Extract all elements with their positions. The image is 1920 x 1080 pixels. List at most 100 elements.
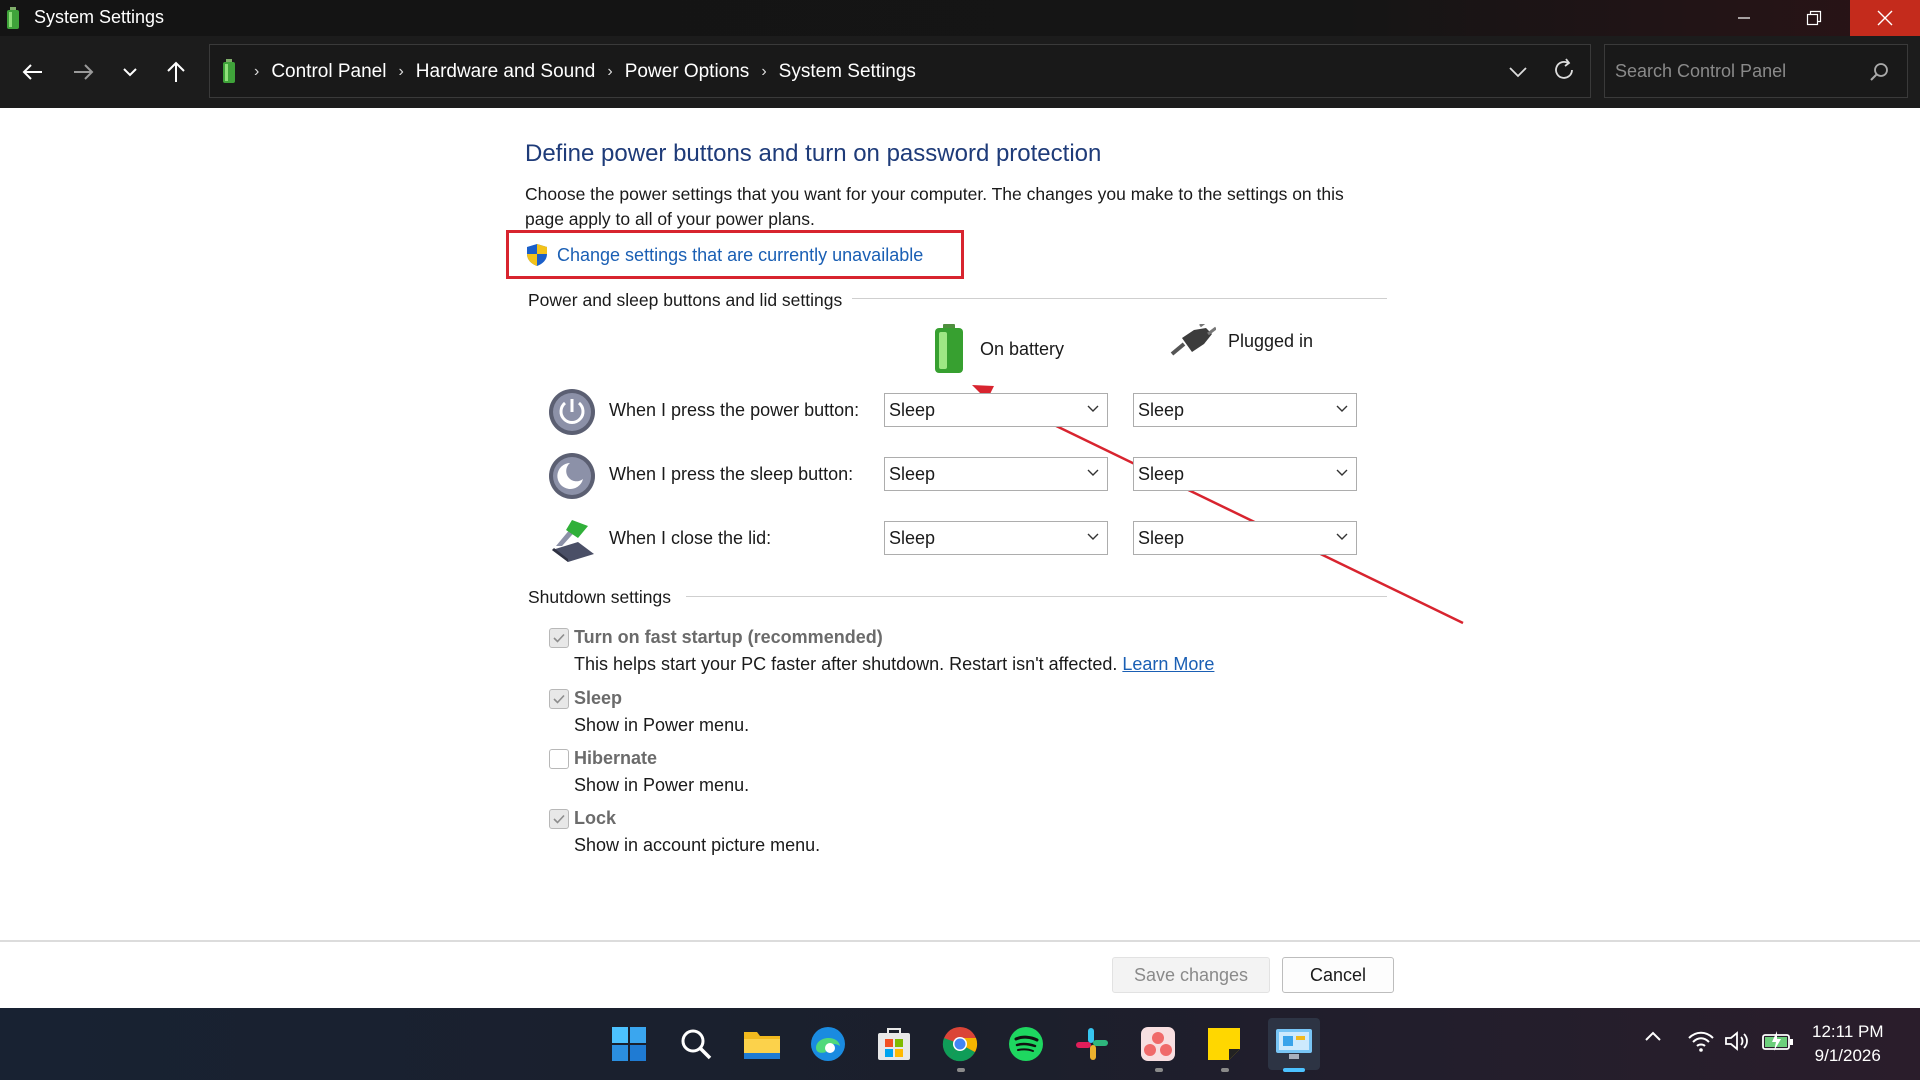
file-explorer-button[interactable] (740, 1022, 784, 1066)
edge-button[interactable] (806, 1022, 850, 1066)
spotify-icon (1009, 1027, 1043, 1061)
sticky-notes-button[interactable] (1202, 1022, 1246, 1066)
shutdown-section-title: Shutdown settings (528, 587, 682, 608)
battery-charging-icon (1762, 1031, 1793, 1051)
chevron-down-icon (1087, 533, 1099, 540)
chevron-down-icon (123, 68, 137, 77)
arrow-left-icon (22, 64, 42, 80)
breadcrumb-system-settings[interactable]: System Settings (779, 61, 916, 83)
forward-button[interactable] (66, 56, 102, 88)
search-placeholder: Search Control Panel (1615, 61, 1787, 81)
running-indicator (1155, 1068, 1163, 1072)
change-settings-text[interactable]: Change settings that are currently unava… (557, 245, 923, 266)
breadcrumb-separator[interactable]: › (607, 63, 612, 81)
save-changes-button[interactable]: Save changes (1112, 957, 1270, 993)
footer-divider (0, 940, 1920, 941)
slack-button[interactable] (1070, 1022, 1114, 1066)
system-clock[interactable]: 12:11 PM 9/1/2026 (1812, 1020, 1884, 1068)
chrome-icon (942, 1027, 978, 1062)
breadcrumb-separator[interactable]: › (254, 63, 259, 81)
plugged-in-label: Plugged in (1228, 330, 1314, 351)
chevron-up-icon (1645, 1031, 1661, 1041)
cancel-button[interactable]: Cancel (1282, 957, 1394, 993)
breadcrumb-separator[interactable]: › (398, 63, 403, 81)
laptop-lid-icon (552, 520, 594, 562)
power-plug-icon (1170, 324, 1216, 356)
fast-startup-desc-text: This helps start your PC faster after sh… (574, 654, 1118, 674)
sleep-button-plugged-select[interactable]: Sleep (1133, 457, 1357, 491)
show-hidden-icons-button[interactable] (1643, 1030, 1663, 1042)
power-button-label: When I press the power button: (609, 400, 860, 420)
spotify-button[interactable] (1004, 1022, 1048, 1066)
start-button[interactable] (607, 1022, 651, 1066)
running-indicator (957, 1068, 965, 1072)
restore-icon (1806, 10, 1822, 26)
learn-more-link[interactable]: Learn More (1122, 654, 1214, 674)
minimize-icon (1738, 17, 1750, 19)
asana-button[interactable] (1136, 1022, 1180, 1066)
wifi-icon (1688, 1031, 1714, 1052)
navigation-bar: › Control Panel › Hardware and Sound › P… (0, 36, 1920, 108)
window-title: System Settings (34, 7, 165, 27)
recent-locations-button[interactable] (112, 56, 148, 88)
start-icon (612, 1027, 646, 1061)
volume-button[interactable] (1724, 1030, 1750, 1052)
lock-title: Lock (574, 808, 617, 828)
restore-button[interactable] (1782, 0, 1846, 36)
breadcrumb-control-panel[interactable]: Control Panel (271, 61, 386, 83)
hibernate-checkbox[interactable] (549, 749, 569, 769)
volume-icon (1725, 1031, 1748, 1051)
sleep-desc: Show in Power menu. (574, 715, 750, 735)
refresh-icon[interactable] (1552, 57, 1576, 83)
search-box[interactable]: Search Control Panel (1604, 44, 1908, 98)
select-value: Sleep (889, 464, 936, 484)
store-icon (878, 1028, 910, 1060)
close-lid-battery-select[interactable]: Sleep (884, 521, 1108, 555)
sleep-checkbox[interactable] (549, 689, 569, 709)
chevron-down-icon (1336, 533, 1348, 540)
hibernate-title: Hibernate (574, 748, 658, 768)
lock-desc: Show in account picture menu. (574, 835, 821, 855)
search-icon[interactable] (1869, 62, 1889, 82)
control-panel-icon (1276, 1029, 1312, 1059)
address-bar[interactable]: › Control Panel › Hardware and Sound › P… (209, 44, 1591, 98)
change-settings-link[interactable]: Change settings that are currently unava… (525, 243, 923, 267)
fast-startup-checkbox[interactable] (549, 628, 569, 648)
battery-button[interactable] (1762, 1030, 1794, 1052)
lock-checkbox[interactable] (549, 809, 569, 829)
fast-startup-title: Turn on fast startup (recommended) (574, 627, 883, 647)
sleep-button-battery-select[interactable]: Sleep (884, 457, 1108, 491)
sleep-button-label: When I press the sleep button: (609, 464, 854, 484)
sleep-button-icon (549, 453, 595, 499)
close-button[interactable] (1850, 0, 1920, 36)
chrome-button[interactable] (938, 1022, 982, 1066)
asana-icon (1141, 1027, 1175, 1061)
up-button[interactable] (158, 56, 194, 88)
close-lid-plugged-select[interactable]: Sleep (1133, 521, 1357, 555)
power-button-plugged-select[interactable]: Sleep (1133, 393, 1357, 427)
chevron-down-icon (1087, 405, 1099, 412)
footer-divider (0, 941, 1920, 942)
title-bar: System Settings (0, 0, 1920, 36)
running-indicator (1221, 1068, 1229, 1072)
fast-startup-desc: This helps start your PC faster after sh… (574, 654, 1214, 675)
select-value: Sleep (889, 400, 936, 420)
power-button-icon (549, 389, 595, 435)
wifi-button[interactable] (1688, 1030, 1714, 1052)
sleep-title: Sleep (574, 688, 623, 708)
breadcrumb-hardware-and-sound[interactable]: Hardware and Sound (416, 61, 596, 83)
breadcrumb-separator[interactable]: › (761, 63, 766, 81)
store-button[interactable] (872, 1022, 916, 1066)
search-button[interactable] (674, 1022, 718, 1066)
taskbar: 12:11 PM 9/1/2026 (0, 1008, 1920, 1080)
power-button-battery-select[interactable]: Sleep (884, 393, 1108, 427)
control-panel-button[interactable] (1268, 1018, 1320, 1070)
breadcrumb-power-options[interactable]: Power Options (625, 61, 750, 83)
battery-app-icon (7, 7, 19, 29)
chevron-down-icon (1336, 405, 1348, 412)
edge-icon (811, 1027, 845, 1061)
minimize-button[interactable] (1712, 0, 1776, 36)
back-button[interactable] (14, 56, 50, 88)
address-dropdown-icon[interactable] (1508, 59, 1528, 85)
file-explorer-icon (744, 1032, 780, 1059)
